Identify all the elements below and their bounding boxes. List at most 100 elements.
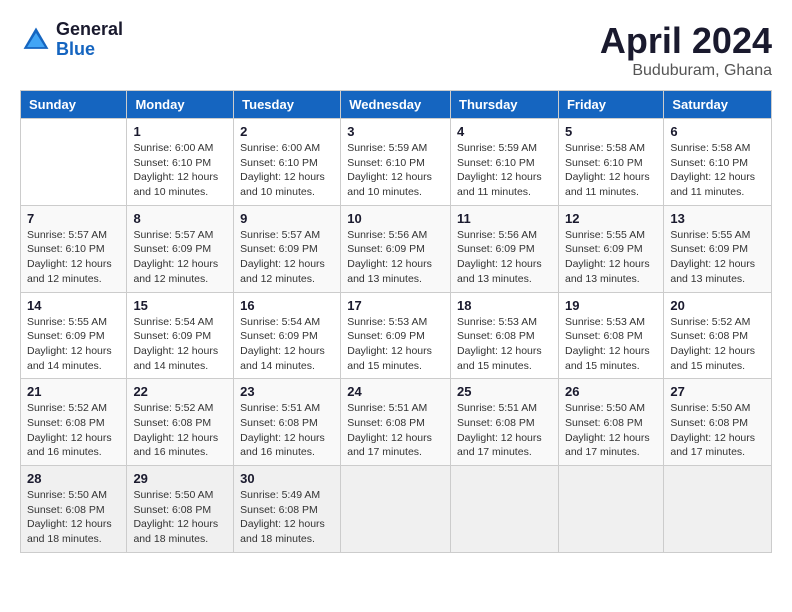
weekday-header: Saturday [664, 91, 772, 119]
day-number: 27 [670, 384, 765, 399]
day-number: 9 [240, 211, 334, 226]
day-number: 28 [27, 471, 120, 486]
day-info: Sunrise: 5:59 AMSunset: 6:10 PMDaylight:… [347, 141, 444, 200]
calendar-day-cell: 17 Sunrise: 5:53 AMSunset: 6:09 PMDayligh… [341, 292, 451, 379]
calendar-day-cell: 25Sunrise: 5:51 AMSunset: 6:08 PMDayligh… [451, 379, 559, 466]
weekday-header: Friday [558, 91, 663, 119]
calendar-day-cell: 29Sunrise: 5:50 AMSunset: 6:08 PMDayligh… [127, 466, 234, 553]
calendar-week-row: 1 Sunrise: 6:00 AMSunset: 6:10 PMDaylight… [21, 119, 772, 206]
calendar-day-cell: 21Sunrise: 5:52 AMSunset: 6:08 PMDayligh… [21, 379, 127, 466]
calendar-day-cell: 24Sunrise: 5:51 AMSunset: 6:08 PMDayligh… [341, 379, 451, 466]
day-info: Sunrise: 5:54 AMSunset: 6:09 PMDaylight:… [133, 315, 227, 374]
calendar-day-cell [451, 466, 559, 553]
day-number: 1 [133, 124, 227, 139]
day-number: 18 [457, 298, 552, 313]
logo-icon [20, 24, 52, 56]
calendar-day-cell [558, 466, 663, 553]
calendar-week-row: 14 Sunrise: 5:55 AMSunset: 6:09 PMDayligh… [21, 292, 772, 379]
day-number: 5 [565, 124, 657, 139]
day-number: 15 [133, 298, 227, 313]
calendar-day-cell: 18 Sunrise: 5:53 AMSunset: 6:08 PMDayligh… [451, 292, 559, 379]
day-number: 14 [27, 298, 120, 313]
calendar-day-cell [664, 466, 772, 553]
title-block: April 2024 Buduburam, Ghana [600, 20, 772, 80]
day-info: Sunrise: 5:53 AMSunset: 6:08 PMDaylight:… [457, 315, 552, 374]
calendar-week-row: 28 Sunrise: 5:50 AMSunset: 6:08 PMDayligh… [21, 466, 772, 553]
calendar-day-cell: 1 Sunrise: 6:00 AMSunset: 6:10 PMDaylight… [127, 119, 234, 206]
day-number: 19 [565, 298, 657, 313]
calendar-day-cell: 2Sunrise: 6:00 AMSunset: 6:10 PMDaylight… [234, 119, 341, 206]
weekday-header: Monday [127, 91, 234, 119]
calendar-header: SundayMondayTuesdayWednesdayThursdayFrid… [21, 91, 772, 119]
weekday-header: Thursday [451, 91, 559, 119]
day-info: Sunrise: 5:57 AMSunset: 6:09 PMDaylight:… [133, 228, 227, 287]
logo-blue: Blue [56, 40, 123, 60]
calendar-week-row: 21Sunrise: 5:52 AMSunset: 6:08 PMDayligh… [21, 379, 772, 466]
calendar-day-cell: 10Sunrise: 5:56 AMSunset: 6:09 PMDayligh… [341, 205, 451, 292]
logo-general: General [56, 20, 123, 40]
calendar-day-cell: 27 Sunrise: 5:50 AMSunset: 6:08 PMDayligh… [664, 379, 772, 466]
logo-text: General Blue [56, 20, 123, 60]
day-info: Sunrise: 5:59 AMSunset: 6:10 PMDaylight:… [457, 141, 552, 200]
calendar-table: SundayMondayTuesdayWednesdayThursdayFrid… [20, 90, 772, 553]
day-number: 24 [347, 384, 444, 399]
day-number: 6 [670, 124, 765, 139]
calendar-day-cell: 9Sunrise: 5:57 AMSunset: 6:09 PMDaylight… [234, 205, 341, 292]
day-number: 3 [347, 124, 444, 139]
day-info: Sunrise: 5:53 AMSunset: 6:09 PMDaylight:… [347, 315, 444, 374]
day-number: 11 [457, 211, 552, 226]
day-info: Sunrise: 5:52 AMSunset: 6:08 PMDaylight:… [133, 401, 227, 460]
calendar-day-cell: 8 Sunrise: 5:57 AMSunset: 6:09 PMDaylight… [127, 205, 234, 292]
calendar-day-cell: 11 Sunrise: 5:56 AMSunset: 6:09 PMDayligh… [451, 205, 559, 292]
day-number: 17 [347, 298, 444, 313]
calendar-day-cell: 12 Sunrise: 5:55 AMSunset: 6:09 PMDayligh… [558, 205, 663, 292]
calendar-day-cell: 3 Sunrise: 5:59 AMSunset: 6:10 PMDaylight… [341, 119, 451, 206]
day-number: 7 [27, 211, 120, 226]
day-info: Sunrise: 6:00 AMSunset: 6:10 PMDaylight:… [133, 141, 227, 200]
day-number: 16 [240, 298, 334, 313]
day-info: Sunrise: 5:50 AMSunset: 6:08 PMDaylight:… [133, 488, 227, 547]
day-info: Sunrise: 5:50 AMSunset: 6:08 PMDaylight:… [565, 401, 657, 460]
day-info: Sunrise: 5:51 AMSunset: 6:08 PMDaylight:… [457, 401, 552, 460]
calendar-day-cell: 16 Sunrise: 5:54 AMSunset: 6:09 PMDayligh… [234, 292, 341, 379]
day-number: 8 [133, 211, 227, 226]
calendar-day-cell: 13 Sunrise: 5:55 AMSunset: 6:09 PMDayligh… [664, 205, 772, 292]
day-number: 12 [565, 211, 657, 226]
day-number: 20 [670, 298, 765, 313]
calendar-day-cell: 14 Sunrise: 5:55 AMSunset: 6:09 PMDayligh… [21, 292, 127, 379]
calendar-day-cell: 28 Sunrise: 5:50 AMSunset: 6:08 PMDayligh… [21, 466, 127, 553]
page-header: General Blue April 2024 Buduburam, Ghana [20, 20, 772, 80]
calendar-body: 1 Sunrise: 6:00 AMSunset: 6:10 PMDaylight… [21, 119, 772, 553]
calendar-title: April 2024 [600, 20, 772, 62]
day-info: Sunrise: 5:52 AMSunset: 6:08 PMDaylight:… [670, 315, 765, 374]
day-info: Sunrise: 5:51 AMSunset: 6:08 PMDaylight:… [240, 401, 334, 460]
weekday-header: Tuesday [234, 91, 341, 119]
day-info: Sunrise: 5:55 AMSunset: 6:09 PMDaylight:… [565, 228, 657, 287]
day-info: Sunrise: 5:50 AMSunset: 6:08 PMDaylight:… [27, 488, 120, 547]
day-info: Sunrise: 5:55 AMSunset: 6:09 PMDaylight:… [670, 228, 765, 287]
calendar-day-cell: 23Sunrise: 5:51 AMSunset: 6:08 PMDayligh… [234, 379, 341, 466]
day-info: Sunrise: 5:57 AMSunset: 6:10 PMDaylight:… [27, 228, 120, 287]
day-info: Sunrise: 5:50 AMSunset: 6:08 PMDaylight:… [670, 401, 765, 460]
calendar-day-cell: 26 Sunrise: 5:50 AMSunset: 6:08 PMDayligh… [558, 379, 663, 466]
calendar-day-cell [341, 466, 451, 553]
calendar-day-cell: 7 Sunrise: 5:57 AMSunset: 6:10 PMDaylight… [21, 205, 127, 292]
calendar-day-cell: 19Sunrise: 5:53 AMSunset: 6:08 PMDayligh… [558, 292, 663, 379]
day-number: 13 [670, 211, 765, 226]
weekday-header-row: SundayMondayTuesdayWednesdayThursdayFrid… [21, 91, 772, 119]
day-number: 26 [565, 384, 657, 399]
weekday-header: Wednesday [341, 91, 451, 119]
day-info: Sunrise: 5:54 AMSunset: 6:09 PMDaylight:… [240, 315, 334, 374]
day-info: Sunrise: 5:49 AMSunset: 6:08 PMDaylight:… [240, 488, 334, 547]
calendar-day-cell [21, 119, 127, 206]
calendar-day-cell: 5 Sunrise: 5:58 AMSunset: 6:10 PMDaylight… [558, 119, 663, 206]
day-info: Sunrise: 5:56 AMSunset: 6:09 PMDaylight:… [457, 228, 552, 287]
day-info: Sunrise: 5:58 AMSunset: 6:10 PMDaylight:… [565, 141, 657, 200]
calendar-day-cell: 22Sunrise: 5:52 AMSunset: 6:08 PMDayligh… [127, 379, 234, 466]
day-info: Sunrise: 5:55 AMSunset: 6:09 PMDaylight:… [27, 315, 120, 374]
calendar-day-cell: 15 Sunrise: 5:54 AMSunset: 6:09 PMDayligh… [127, 292, 234, 379]
calendar-location: Buduburam, Ghana [600, 62, 772, 80]
day-info: Sunrise: 6:00 AMSunset: 6:10 PMDaylight:… [240, 141, 334, 200]
day-info: Sunrise: 5:52 AMSunset: 6:08 PMDaylight:… [27, 401, 120, 460]
day-number: 30 [240, 471, 334, 486]
